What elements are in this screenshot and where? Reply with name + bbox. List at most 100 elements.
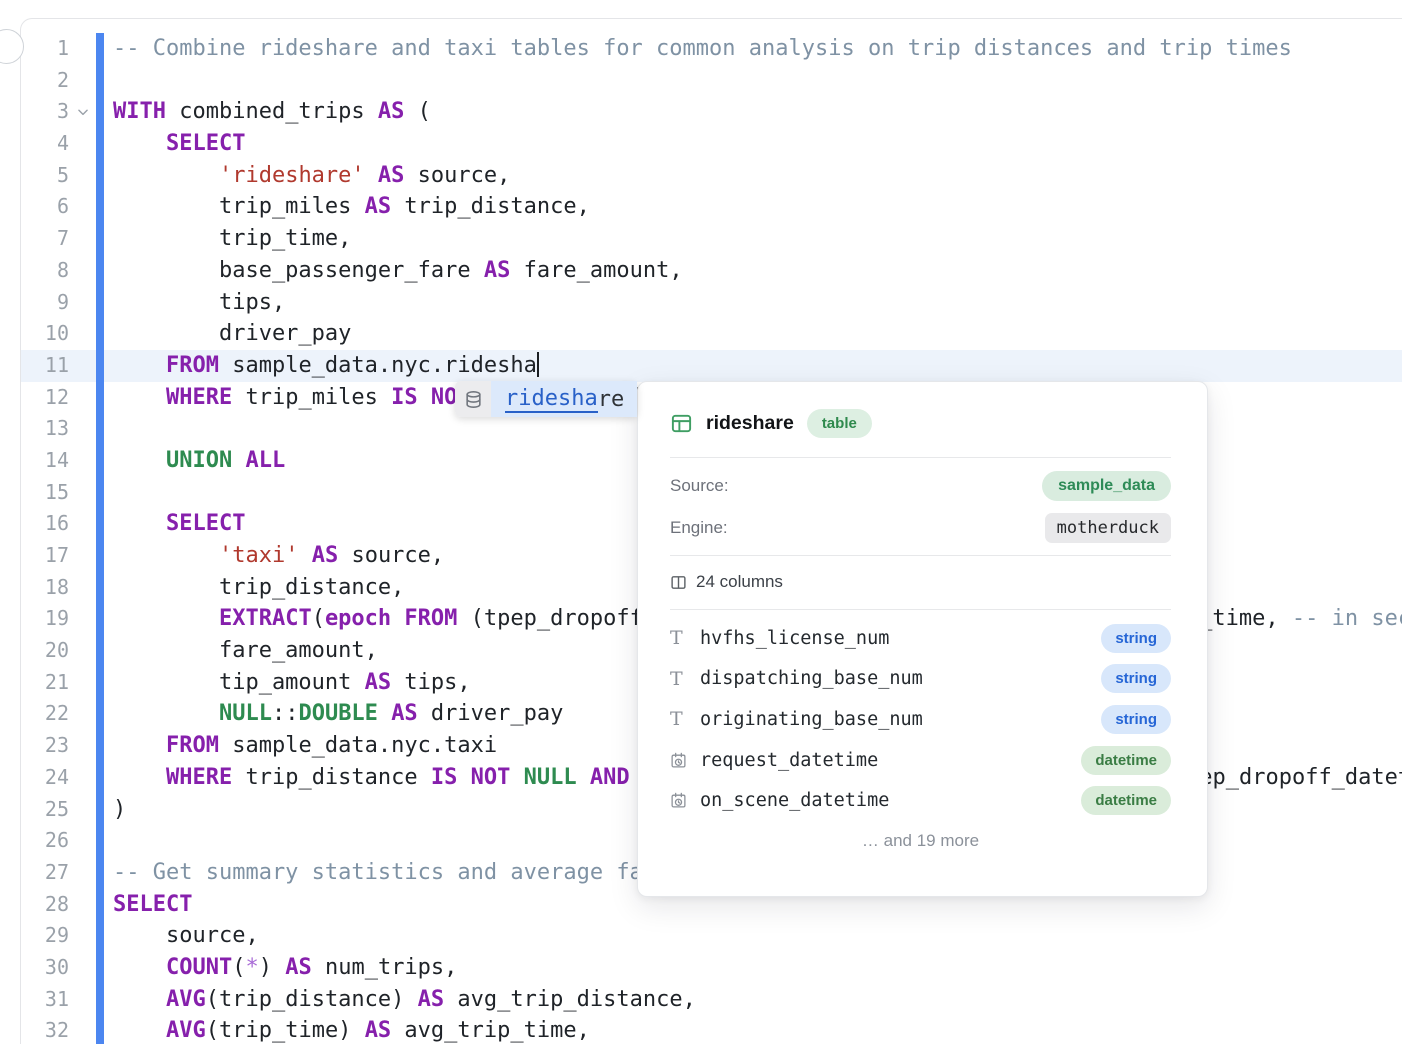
changed-lines-bar bbox=[96, 667, 104, 699]
fold-gutter bbox=[69, 191, 96, 223]
fold-gutter bbox=[69, 382, 96, 414]
columns-count-row: 24 columns bbox=[670, 564, 1171, 600]
line-number: 2 bbox=[21, 65, 69, 97]
code-text[interactable]: source, bbox=[104, 920, 1402, 952]
code-text[interactable]: tips, bbox=[104, 287, 1402, 319]
table-hover-card: rideshare table Source:sample_dataEngine… bbox=[637, 381, 1208, 897]
fold-gutter bbox=[69, 667, 96, 699]
fold-gutter bbox=[69, 825, 96, 857]
fold-chevron-icon[interactable] bbox=[69, 96, 96, 128]
code-line[interactable]: 1 -- Combine rideshare and taxi tables fo… bbox=[21, 33, 1402, 65]
code-line[interactable]: 29 source, bbox=[21, 920, 1402, 952]
line-number: 30 bbox=[21, 952, 69, 984]
table-meta-rows: Source:sample_dataEngine:motherduck bbox=[670, 458, 1171, 549]
database-icon bbox=[455, 381, 491, 417]
changed-lines-bar bbox=[96, 825, 104, 857]
changed-lines-bar bbox=[96, 382, 104, 414]
line-number: 15 bbox=[21, 477, 69, 509]
fold-gutter bbox=[69, 572, 96, 604]
changed-lines-bar bbox=[96, 318, 104, 350]
code-text[interactable]: trip_time, bbox=[104, 223, 1402, 255]
line-number: 26 bbox=[21, 825, 69, 857]
column-type-badge: datetime bbox=[1081, 786, 1171, 815]
line-number: 32 bbox=[21, 1015, 69, 1044]
fold-gutter bbox=[69, 445, 96, 477]
code-line[interactable]: 6 trip_miles AS trip_distance, bbox=[21, 191, 1402, 223]
code-text[interactable]: AVG(trip_time) AS avg_trip_time, bbox=[104, 1015, 1402, 1044]
code-text[interactable] bbox=[104, 65, 1402, 97]
column-type-badge: string bbox=[1101, 624, 1171, 653]
changed-lines-bar bbox=[96, 984, 104, 1016]
code-line[interactable]: 9 tips, bbox=[21, 287, 1402, 319]
changed-lines-bar bbox=[96, 350, 104, 382]
code-line[interactable]: 32 AVG(trip_time) AS avg_trip_time, bbox=[21, 1015, 1402, 1044]
fold-gutter bbox=[69, 762, 96, 794]
column-row: Thvfhs_license_num string bbox=[670, 618, 1171, 659]
fold-gutter bbox=[69, 255, 96, 287]
fold-gutter bbox=[69, 540, 96, 572]
code-text[interactable]: driver_pay bbox=[104, 318, 1402, 350]
code-line[interactable]: 2 bbox=[21, 65, 1402, 97]
code-text[interactable]: trip_miles AS trip_distance, bbox=[104, 191, 1402, 223]
changed-lines-bar bbox=[96, 160, 104, 192]
line-number: 1 bbox=[21, 33, 69, 65]
column-row: request_datetimedatetime bbox=[670, 740, 1171, 781]
code-text[interactable]: AVG(trip_distance) AS avg_trip_distance, bbox=[104, 984, 1402, 1016]
line-number: 3 bbox=[21, 96, 69, 128]
line-number: 16 bbox=[21, 508, 69, 540]
changed-lines-bar bbox=[96, 730, 104, 762]
changed-lines-bar bbox=[96, 508, 104, 540]
code-text[interactable]: base_passenger_fare AS fare_amount, bbox=[104, 255, 1402, 287]
fold-gutter bbox=[69, 1015, 96, 1044]
code-text[interactable]: COUNT(*) AS num_trips, bbox=[104, 952, 1402, 984]
columns-count-text: 24 columns bbox=[696, 572, 783, 592]
autocomplete-item[interactable]: rideshare bbox=[455, 381, 637, 417]
code-text[interactable]: SELECT bbox=[104, 128, 1402, 160]
line-number: 23 bbox=[21, 730, 69, 762]
datetime-icon bbox=[670, 752, 700, 769]
text-type-icon: T bbox=[670, 627, 700, 649]
code-line[interactable]: 3 WITH combined_trips AS ( bbox=[21, 96, 1402, 128]
line-number: 13 bbox=[21, 413, 69, 445]
column-row: Tdispatching_base_numstring bbox=[670, 659, 1171, 700]
line-number: 8 bbox=[21, 255, 69, 287]
code-line[interactable]: 7 trip_time, bbox=[21, 223, 1402, 255]
code-line[interactable]: 5 'rideshare' AS source, bbox=[21, 160, 1402, 192]
fold-gutter bbox=[69, 160, 96, 192]
code-line[interactable]: 10 driver_pay bbox=[21, 318, 1402, 350]
changed-lines-bar bbox=[96, 572, 104, 604]
columns-icon bbox=[670, 574, 687, 591]
fold-gutter bbox=[69, 287, 96, 319]
line-number: 9 bbox=[21, 287, 69, 319]
meta-row: Source:sample_data bbox=[670, 465, 1171, 507]
more-columns-text: … and 19 more bbox=[670, 831, 1171, 851]
text-type-icon: T bbox=[670, 668, 700, 690]
code-line[interactable]: 8 base_passenger_fare AS fare_amount, bbox=[21, 255, 1402, 287]
line-number: 24 bbox=[21, 762, 69, 794]
table-icon bbox=[670, 412, 693, 435]
column-name: originating_base_num bbox=[700, 709, 923, 730]
column-name: on_scene_datetime bbox=[700, 790, 889, 811]
autocomplete-rest-text: re bbox=[598, 387, 625, 412]
changed-lines-bar bbox=[96, 96, 104, 128]
column-name: hvfhs_license_num bbox=[700, 628, 889, 649]
autocomplete-typed-text: ridesha bbox=[505, 386, 598, 413]
code-line[interactable]: 31 AVG(trip_distance) AS avg_trip_distan… bbox=[21, 984, 1402, 1016]
fold-gutter bbox=[69, 413, 96, 445]
line-number: 27 bbox=[21, 857, 69, 889]
fold-gutter bbox=[69, 635, 96, 667]
code-text[interactable]: FROM sample_data.nyc.ridesha bbox=[104, 350, 1402, 382]
changed-lines-bar bbox=[96, 857, 104, 889]
line-number: 17 bbox=[21, 540, 69, 572]
code-text[interactable]: WITH combined_trips AS ( bbox=[104, 96, 1402, 128]
column-list: Thvfhs_license_numstringTdispatching_bas… bbox=[670, 610, 1171, 821]
code-text[interactable]: -- Combine rideshare and taxi tables for… bbox=[104, 33, 1402, 65]
column-type-badge: string bbox=[1101, 705, 1171, 734]
fold-gutter bbox=[69, 128, 96, 160]
code-line[interactable]: 11 FROM sample_data.nyc.ridesha bbox=[21, 350, 1402, 382]
source-badge: sample_data bbox=[1042, 471, 1171, 501]
code-line[interactable]: 4 SELECT bbox=[21, 128, 1402, 160]
changed-lines-bar bbox=[96, 65, 104, 97]
code-text[interactable]: 'rideshare' AS source, bbox=[104, 160, 1402, 192]
code-line[interactable]: 30 COUNT(*) AS num_trips, bbox=[21, 952, 1402, 984]
